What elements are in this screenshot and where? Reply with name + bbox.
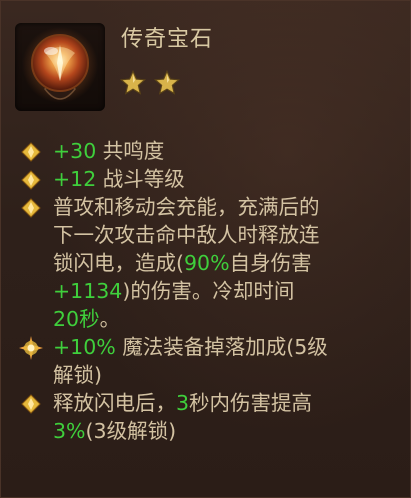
stat-resonance: +30 共鸣度 xyxy=(19,137,398,165)
gem-effect: 普攻和移动会充能，充满后的 下一次攻击命中敌人时释放连 锁闪电，造成(90%自身… xyxy=(19,193,398,333)
cooldown-value: 20秒 xyxy=(53,307,100,331)
effect-line-5: 20秒。 xyxy=(53,305,398,333)
damage-flat: +1134 xyxy=(53,279,123,303)
diamond-bullet-icon xyxy=(21,170,41,190)
damage-bonus-value: 3% xyxy=(53,419,86,443)
combat-rating-label: 战斗等级 xyxy=(96,167,185,191)
star-icon xyxy=(153,69,181,95)
diamond-bullet-icon xyxy=(21,142,41,162)
effect-text: 锁闪电，造成( xyxy=(53,251,184,275)
effect-text: 。 xyxy=(99,307,121,331)
rank5-bonus: +10% 魔法装备掉落加成(5级 解锁) xyxy=(19,333,398,389)
gem-icon-frame xyxy=(15,23,105,111)
star-rating xyxy=(119,69,181,97)
rank3-line-1: 释放闪电后，3秒内伤害提高 xyxy=(53,389,398,417)
effect-line-3: 锁闪电，造成(90%自身伤害 xyxy=(53,249,398,277)
effect-line-1: 普攻和移动会充能，充满后的 xyxy=(53,195,320,219)
resonance-value: +30 xyxy=(53,139,97,163)
duration-value: 3 xyxy=(176,391,190,415)
effect-line-2: 下一次攻击命中敌人时释放连 xyxy=(53,223,320,247)
rank3-text: (3级解锁) xyxy=(85,419,177,443)
magic-find-value: +10% xyxy=(53,335,116,359)
rank5-line-2: 解锁) xyxy=(53,363,102,387)
legendary-gem-icon xyxy=(22,27,98,103)
diamond-bullet-icon xyxy=(21,394,41,414)
combat-rating-value: +12 xyxy=(53,167,97,191)
item-title: 传奇宝石 xyxy=(121,27,214,52)
effect-text: )的伤害。冷却时间 xyxy=(122,279,295,303)
rank3-text: 秒内伤害提高 xyxy=(189,391,313,415)
starburst-bullet-icon xyxy=(19,336,43,360)
stat-list: +30 共鸣度 +12 战斗等级 普攻和移动会充能，充满后的 下一次攻击命中敌人… xyxy=(19,137,398,445)
rank3-text: 释放闪电后， xyxy=(53,391,176,415)
magic-find-label: 魔法装备掉落加成(5级 xyxy=(115,335,328,359)
effect-text: 自身伤害 xyxy=(229,251,312,275)
resonance-label: 共鸣度 xyxy=(96,139,165,163)
gem-tooltip: 传奇宝石 +30 共鸣度 +12 战斗等级 普攻和移动会充能，充满后的 下一次攻… xyxy=(0,0,411,498)
star-icon xyxy=(119,69,147,95)
rank3-bonus: 释放闪电后，3秒内伤害提高 3%(3级解锁) xyxy=(19,389,398,445)
rank5-line-1: +10% 魔法装备掉落加成(5级 xyxy=(53,333,398,361)
damage-percent: 90% xyxy=(184,251,230,275)
rank3-line-2: 3%(3级解锁) xyxy=(53,417,398,445)
stat-combat-rating: +12 战斗等级 xyxy=(19,165,398,193)
effect-line-4: +1134)的伤害。冷却时间 xyxy=(53,277,398,305)
diamond-bullet-icon xyxy=(21,198,41,218)
